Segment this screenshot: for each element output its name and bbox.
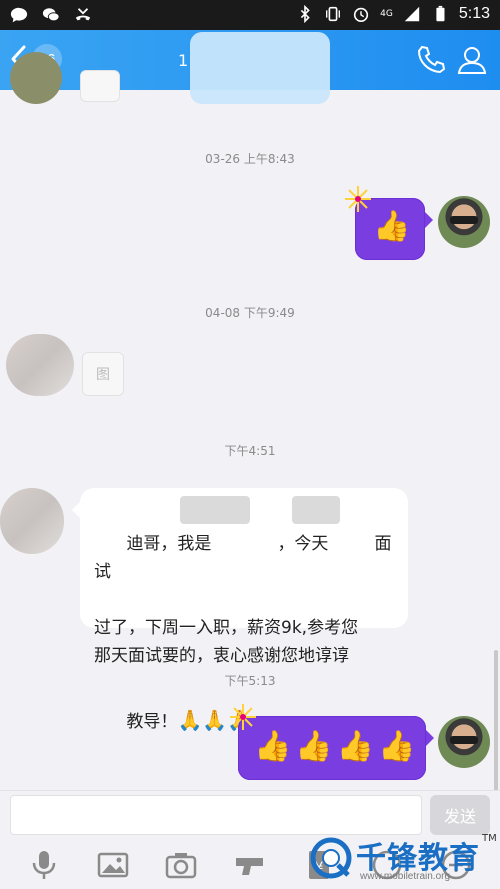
image-icon[interactable]	[96, 848, 130, 882]
contact-avatar[interactable]	[6, 334, 74, 396]
vibrate-icon	[326, 6, 341, 22]
message-icon	[10, 7, 28, 23]
timestamp: 04-08 下午9:49	[205, 306, 295, 320]
redaction	[180, 496, 250, 524]
network-label: 4G	[380, 9, 393, 19]
watermark: 千锋教育 www.mobiletrain.org TM	[310, 833, 497, 887]
status-bar: 4G 5:13	[0, 0, 500, 30]
firework-decoration	[230, 704, 256, 730]
timestamp: 下午4:51	[224, 444, 276, 458]
battery-icon	[436, 5, 445, 22]
sticker-message[interactable]: 👍	[345, 186, 433, 260]
thumbs-up-emoji: 👍	[373, 209, 411, 244]
camera-icon[interactable]	[164, 848, 198, 882]
chat-title[interactable]: 1	[178, 40, 188, 80]
my-avatar[interactable]	[438, 196, 490, 248]
bluetooth-icon	[300, 5, 310, 23]
watermark-tm: TM	[482, 833, 497, 844]
message-line: 那天面试要的，衷心感谢您地谆谆	[94, 646, 349, 666]
my-avatar[interactable]	[438, 716, 490, 768]
chat-header: 36 1	[0, 30, 500, 104]
message-line: 过了，下周一入职，薪资9k,参考您	[94, 618, 359, 638]
wechat-icon	[42, 8, 60, 22]
phone-icon[interactable]	[414, 44, 446, 76]
timestamp: 03-26 上午8:43	[205, 152, 295, 166]
image-thumbnail[interactable]	[80, 70, 120, 102]
firework-decoration	[345, 186, 371, 212]
message-list[interactable]: 03-26 上午8:43 👍 04-08 下午9:49 图 下午4:51 迪哥，…	[0, 52, 500, 880]
gun-icon[interactable]	[233, 848, 267, 882]
status-time: 5:13	[458, 5, 490, 22]
text-message[interactable]: 迪哥，我是 ，今天 面试 过了，下周一入职，薪资9k,参考您 那天面试要的，衷心感谢…	[72, 488, 408, 732]
contact-avatar[interactable]	[10, 52, 62, 104]
signal-icon	[404, 6, 420, 22]
redaction	[292, 496, 340, 524]
contact-avatar[interactable]	[0, 488, 64, 554]
thumbs-up-emoji: 👍👍👍👍	[254, 729, 420, 764]
message-input[interactable]	[10, 795, 422, 835]
watermark-url: www.mobiletrain.org	[360, 871, 451, 882]
profile-icon[interactable]	[456, 44, 488, 76]
timestamp: 下午5:13	[224, 674, 276, 688]
missed-call-icon	[75, 8, 91, 21]
image-thumbnail[interactable]: 图	[82, 352, 124, 396]
sticker-message[interactable]: 👍👍👍👍	[230, 704, 434, 780]
mic-icon[interactable]	[27, 848, 61, 882]
send-button[interactable]: 发送	[430, 795, 490, 835]
alarm-icon	[354, 7, 369, 23]
watermark-logo-icon	[310, 837, 352, 879]
